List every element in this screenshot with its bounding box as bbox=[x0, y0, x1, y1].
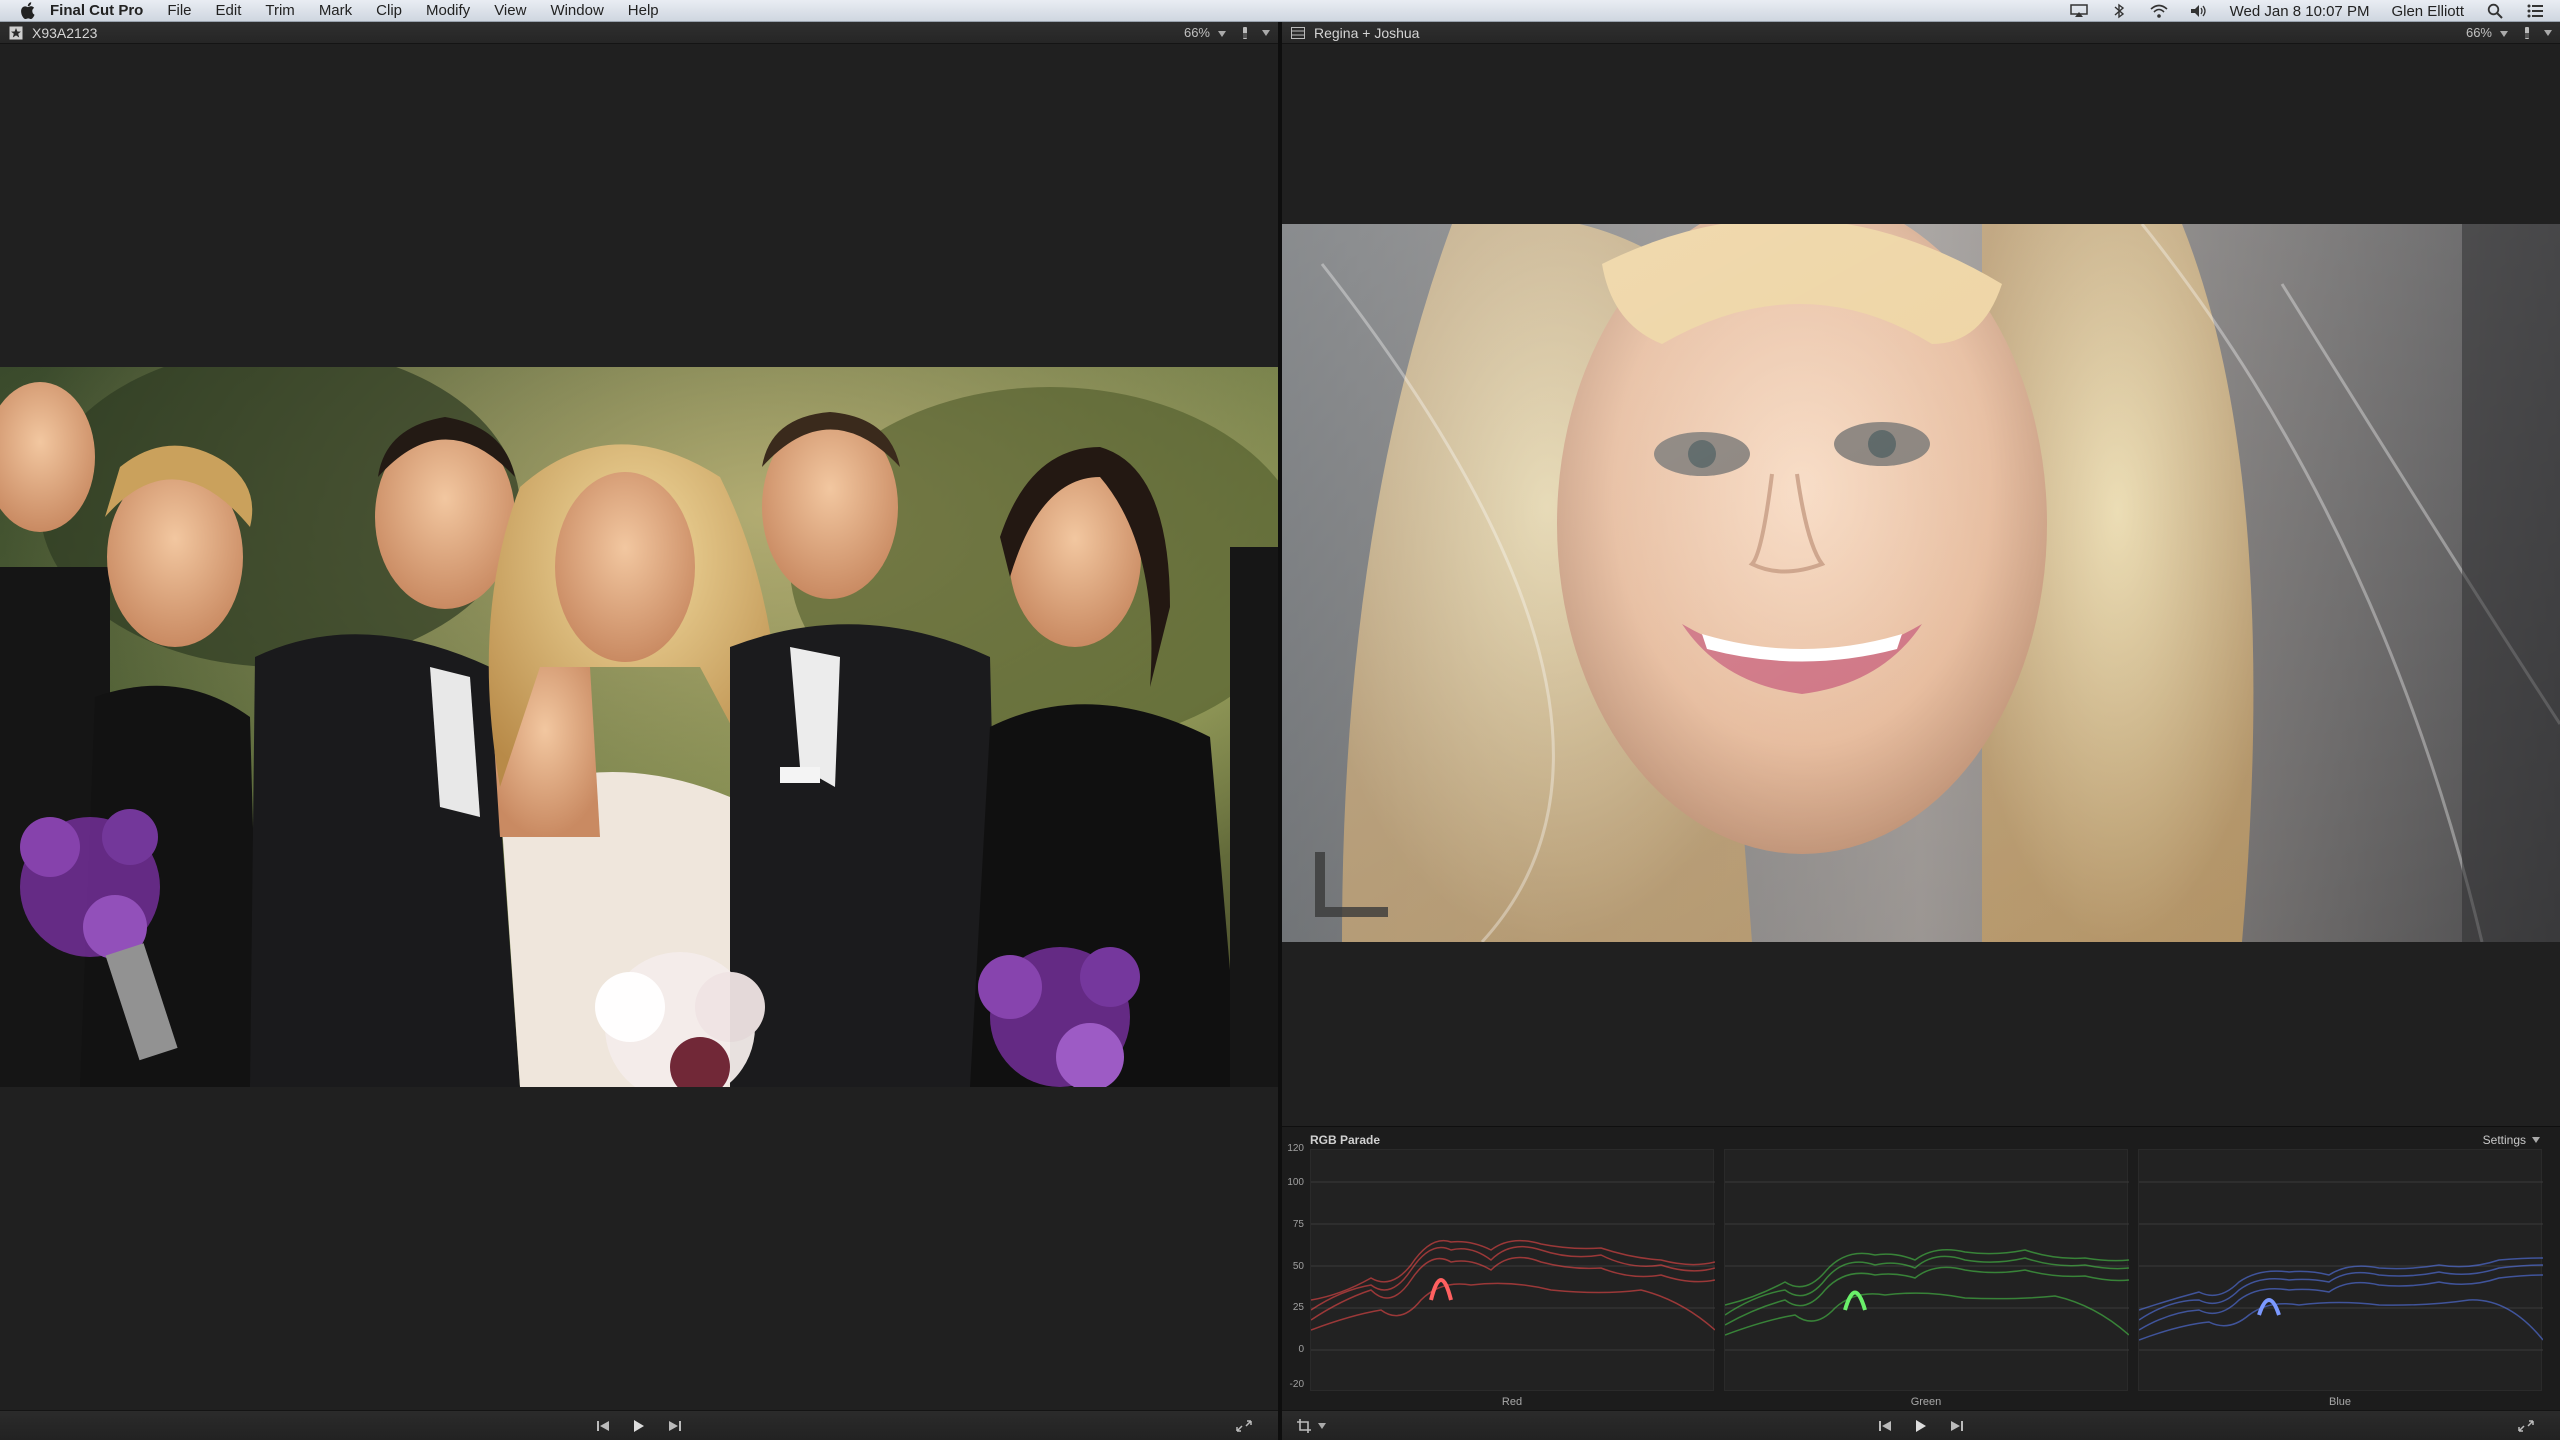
rgb-parade-scope: RGB Parade Settings 120 100 75 50 25 0 -… bbox=[1282, 1126, 2560, 1410]
scope-settings-menu[interactable]: Settings bbox=[2483, 1133, 2540, 1147]
menubar-user[interactable]: Glen Elliott bbox=[2391, 3, 2464, 20]
crop-transform-icon bbox=[1297, 1419, 1311, 1433]
event-viewer-footer bbox=[0, 1410, 1278, 1440]
project-film-icon bbox=[1290, 25, 1306, 41]
play-button[interactable] bbox=[1911, 1418, 1931, 1434]
scale-label-minus20: -20 bbox=[1289, 1379, 1304, 1390]
menu-help[interactable]: Help bbox=[628, 2, 659, 19]
timeline-viewer-footer bbox=[1282, 1410, 2560, 1440]
blue-channel-scope: Blue bbox=[2138, 1149, 2543, 1408]
spotlight-search-icon[interactable] bbox=[2486, 3, 2504, 19]
apple-menu-icon[interactable] bbox=[18, 2, 36, 20]
bride-closeup-image bbox=[1282, 224, 2560, 942]
chevron-down-icon bbox=[1262, 30, 1270, 36]
timeline-transport-controls bbox=[1875, 1418, 1967, 1434]
view-options-menu[interactable] bbox=[2522, 26, 2552, 40]
menu-modify[interactable]: Modify bbox=[426, 2, 470, 19]
chevron-down-icon bbox=[1318, 1423, 1326, 1429]
menubar-clock[interactable]: Wed Jan 8 10:07 PM bbox=[2230, 3, 2370, 20]
next-edit-button[interactable] bbox=[1947, 1418, 1967, 1434]
timeline-video-frame[interactable] bbox=[1282, 224, 2560, 942]
zoom-value: 66% bbox=[1183, 25, 1210, 40]
red-channel-scope: Red bbox=[1310, 1149, 1715, 1408]
chevron-down-icon bbox=[1218, 25, 1226, 40]
scale-label-75: 75 bbox=[1292, 1219, 1304, 1230]
menu-app-name[interactable]: Final Cut Pro bbox=[50, 2, 143, 19]
zoom-value: 66% bbox=[2465, 25, 2492, 40]
fullscreen-icon bbox=[2518, 1420, 2534, 1432]
menu-bar: Final Cut Pro File Edit Trim Mark Clip M… bbox=[0, 0, 2560, 22]
menu-trim[interactable]: Trim bbox=[265, 2, 294, 19]
fullscreen-button[interactable] bbox=[2514, 1417, 2538, 1435]
volume-icon[interactable] bbox=[2190, 3, 2208, 19]
menubar-status-area: Wed Jan 8 10:07 PM Glen Elliott bbox=[2069, 0, 2544, 22]
red-channel-label: Red bbox=[1501, 1396, 1523, 1408]
fullscreen-icon bbox=[1236, 1420, 1252, 1432]
toggle-switch-icon bbox=[1243, 27, 1247, 39]
menu-file[interactable]: File bbox=[167, 2, 191, 19]
clip-name: X93A2123 bbox=[32, 24, 98, 41]
notification-center-icon[interactable] bbox=[2526, 3, 2544, 19]
event-viewer-header: X93A2123 66% bbox=[0, 22, 1278, 44]
timeline-viewer: Regina + Joshua 66% RGB Parade Settings … bbox=[1282, 22, 2560, 1440]
wifi-icon[interactable] bbox=[2150, 3, 2168, 19]
green-channel-scope: Green bbox=[1724, 1149, 2129, 1408]
play-button[interactable] bbox=[629, 1418, 649, 1434]
green-channel-label: Green bbox=[1910, 1396, 1942, 1408]
scale-label-120: 120 bbox=[1287, 1143, 1304, 1154]
menu-view[interactable]: View bbox=[494, 2, 526, 19]
scale-label-0: 0 bbox=[1298, 1344, 1304, 1355]
event-viewer: X93A2123 66% bbox=[0, 22, 1278, 1440]
chevron-down-icon bbox=[2500, 25, 2508, 40]
view-options-menu[interactable] bbox=[1240, 26, 1270, 40]
menu-clip[interactable]: Clip bbox=[376, 2, 402, 19]
scope-title: RGB Parade bbox=[1310, 1133, 1381, 1147]
airplay-icon[interactable] bbox=[2069, 3, 2088, 19]
fullscreen-button[interactable] bbox=[1232, 1417, 1256, 1435]
zoom-control[interactable]: 66% bbox=[1184, 25, 1226, 40]
next-edit-button[interactable] bbox=[665, 1418, 685, 1434]
chevron-down-icon bbox=[2544, 30, 2552, 36]
event-transport-controls bbox=[593, 1418, 685, 1434]
clip-star-icon bbox=[8, 25, 24, 41]
menu-edit[interactable]: Edit bbox=[216, 2, 242, 19]
timeline-viewer-header: Regina + Joshua 66% bbox=[1282, 22, 2560, 44]
bluetooth-icon[interactable] bbox=[2110, 3, 2128, 19]
scale-label-25: 25 bbox=[1292, 1302, 1304, 1313]
scale-label-100: 100 bbox=[1287, 1177, 1304, 1188]
wedding-party-image bbox=[0, 367, 1278, 1087]
zoom-control[interactable]: 66% bbox=[2466, 25, 2508, 40]
previous-edit-button[interactable] bbox=[593, 1418, 613, 1434]
scope-settings-label: Settings bbox=[2482, 1133, 2526, 1147]
scale-label-50: 50 bbox=[1292, 1261, 1304, 1272]
chevron-down-icon bbox=[2532, 1137, 2540, 1143]
menu-mark[interactable]: Mark bbox=[319, 2, 352, 19]
previous-edit-button[interactable] bbox=[1875, 1418, 1895, 1434]
transform-menu-button[interactable] bbox=[1296, 1417, 1336, 1435]
project-name: Regina + Joshua bbox=[1314, 24, 1420, 41]
blue-channel-label: Blue bbox=[2328, 1396, 2352, 1408]
toggle-switch-icon bbox=[2525, 27, 2529, 39]
menu-window[interactable]: Window bbox=[550, 2, 603, 19]
event-video-frame[interactable] bbox=[0, 367, 1278, 1087]
